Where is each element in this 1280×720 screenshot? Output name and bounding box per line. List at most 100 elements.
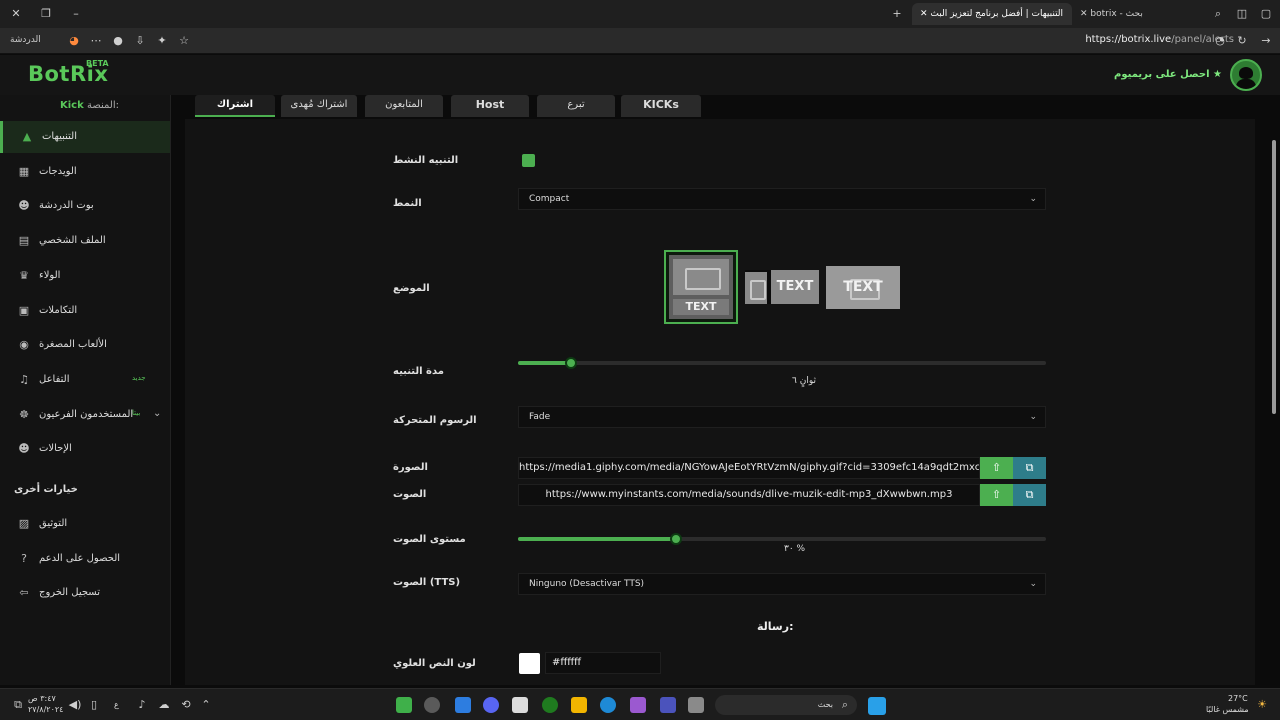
tab-0[interactable]: اشتراك xyxy=(195,95,275,117)
battery-icon[interactable]: ▯ xyxy=(86,698,102,712)
tab-search[interactable]: ✕ botrix - بحث xyxy=(1072,3,1192,25)
image-library-button[interactable]: ⧉ xyxy=(1013,457,1046,479)
copilot-icon[interactable] xyxy=(630,697,646,713)
volume-label: مستوى الصوت xyxy=(393,534,466,545)
tab-close-icon[interactable]: ✕ xyxy=(1080,9,1088,19)
xbox-icon[interactable] xyxy=(542,697,558,713)
windows-start-icon[interactable] xyxy=(868,697,886,715)
speaker-icon[interactable]: ◀) xyxy=(67,698,83,712)
store-icon[interactable] xyxy=(512,697,528,713)
task-view-icon[interactable] xyxy=(688,697,704,713)
close-window-icon[interactable]: ✕ xyxy=(8,7,24,21)
input-language[interactable]: ع xyxy=(114,700,119,709)
more-icon[interactable]: ⋯ xyxy=(88,34,104,48)
gallery-icon: ⧉ xyxy=(1025,461,1034,474)
avatar[interactable] xyxy=(1230,59,1262,91)
site-info-icon[interactable]: ◔ xyxy=(1212,34,1228,48)
style-select[interactable]: Compact ⌄ xyxy=(518,188,1046,210)
clock-time[interactable]: ٣:٤٧ ص xyxy=(28,694,56,703)
show-hidden-icons[interactable]: ⌃ xyxy=(198,698,214,712)
duration-value: ثوانٍ ٦ xyxy=(792,376,816,386)
tab-4[interactable]: تبرع xyxy=(537,95,615,117)
edge-icon[interactable] xyxy=(600,697,616,713)
weather-desc[interactable]: مشمس غالبًا xyxy=(1206,705,1249,714)
restore-window-icon[interactable]: ❐ xyxy=(38,7,54,21)
layout-option-image-left[interactable]: TEXT xyxy=(745,270,819,304)
show-desktop-icon[interactable]: ⧉ xyxy=(10,698,26,712)
screen-record-icon[interactable]: ⟲ xyxy=(178,698,194,712)
sidebar-item-integration[interactable]: ▣ التكاملات xyxy=(0,295,170,327)
tab-5[interactable]: KICKs xyxy=(621,95,701,117)
platform-indicator[interactable]: Kick المنصة: xyxy=(60,100,119,111)
sound-library-button[interactable]: ⧉ xyxy=(1013,484,1046,506)
tab-actions-icon[interactable]: ◫ xyxy=(1234,7,1250,21)
onedrive-icon[interactable]: ☁ xyxy=(156,698,172,712)
sidebar-item-music[interactable]: ♫ التفاعل جديد xyxy=(0,364,170,396)
sidebar-item-users-gear[interactable]: ☸ المستخدمون الفرعيون بيتا ⌄ xyxy=(0,399,170,431)
sidebar-item-widgets[interactable]: ▦ الويدجات xyxy=(0,156,170,188)
sidebar-item-referral[interactable]: ☻ الإحالات xyxy=(0,433,170,465)
discord-icon[interactable] xyxy=(483,697,499,713)
sound-label: الصوت xyxy=(393,489,427,500)
minimize-window-icon[interactable]: – xyxy=(68,7,84,21)
chat-label[interactable]: الدردشة xyxy=(10,35,41,45)
tts-select[interactable]: Ninguno (Desactivar TTS) ⌄ xyxy=(518,573,1046,595)
tab-list-icon[interactable]: ▢ xyxy=(1258,7,1274,21)
sidebar-item-label: الألعاب المصغرة xyxy=(39,339,107,351)
tab-3[interactable]: Host xyxy=(451,95,529,117)
upload-sound-button[interactable]: ⇧ xyxy=(980,484,1013,506)
animation-select[interactable]: Fade ⌄ xyxy=(518,406,1046,428)
tab-close-icon[interactable]: ✕ xyxy=(920,9,928,19)
tab-1[interactable]: اشتراك مُهدى xyxy=(281,95,357,117)
taskbar-search[interactable]: بحث ⌕ xyxy=(715,695,857,715)
sidebar-item-trophy[interactable]: ♛ الولاء xyxy=(0,260,170,292)
tab-alerts[interactable]: ✕ التنبيهات | أفضل برنامج لتعزيز البث xyxy=(912,3,1072,25)
weather-temp[interactable]: 27°C xyxy=(1228,694,1248,703)
weather-sun-icon[interactable]: ☀ xyxy=(1254,698,1270,712)
app-icon-github[interactable] xyxy=(424,697,440,713)
search-tabs-icon[interactable]: ⌕ xyxy=(1210,7,1226,21)
chevron-down-icon[interactable]: ⌄ xyxy=(153,408,161,419)
get-premium-link[interactable]: احصل على بريميوم ★ xyxy=(1114,69,1222,80)
app-icon-blue[interactable] xyxy=(455,697,471,713)
file-explorer-icon[interactable] xyxy=(571,697,587,713)
reload-icon[interactable]: ↻ xyxy=(1234,34,1250,48)
sidebar-item-robot[interactable]: ☻ بوت الدردشة xyxy=(0,190,170,222)
sound-url-input[interactable]: https://www.myinstants.com/media/sounds/… xyxy=(518,484,980,506)
volume-value: ٣٠ % xyxy=(784,544,806,554)
download-icon[interactable]: ⇩ xyxy=(132,34,148,48)
top-text-color-input[interactable]: #ffffff xyxy=(545,652,661,674)
layout-option-text-overlay[interactable]: TEXT xyxy=(826,266,900,309)
teams-icon[interactable] xyxy=(660,697,676,713)
microphone-icon[interactable]: ♪ xyxy=(134,698,150,712)
sidebar-item-warning[interactable]: ▲ التنبيهات xyxy=(0,121,170,153)
sidebar-item-logout[interactable]: ⇦ تسجيل الخروج xyxy=(0,577,170,609)
sidebar-item-gamepad[interactable]: ◉ الألعاب المصغرة xyxy=(0,329,170,361)
duration-slider[interactable] xyxy=(518,357,1046,369)
volume-slider[interactable] xyxy=(518,533,1046,545)
upload-image-button[interactable]: ⇧ xyxy=(980,457,1013,479)
sidebar-item-profile-card[interactable]: ▤ الملف الشخصي xyxy=(0,225,170,257)
sidebar-item-docs[interactable]: ▨ التوثيق xyxy=(0,508,170,540)
page-scrollbar[interactable] xyxy=(1272,140,1276,414)
profile-icon[interactable]: ● xyxy=(110,34,126,48)
tab-2[interactable]: المتابعون xyxy=(365,95,443,117)
sidebar-item-help[interactable]: ? الحصول على الدعم xyxy=(0,543,170,575)
animation-label: الرسوم المتحركة xyxy=(393,415,477,426)
layout-option-image-above-text[interactable]: TEXT xyxy=(664,250,738,324)
forward-icon[interactable]: → xyxy=(1258,34,1274,48)
favorite-star-icon[interactable]: ☆ xyxy=(176,34,192,48)
image-url-input[interactable]: https://media1.giphy.com/media/NGYowAJeE… xyxy=(518,457,980,479)
star-icon: ★ xyxy=(1213,69,1222,80)
extensions-icon[interactable]: ✦ xyxy=(154,34,170,48)
duration-slider-handle[interactable] xyxy=(564,357,577,369)
top-text-color-swatch[interactable] xyxy=(519,653,540,674)
sidebar-item-label: التفاعل xyxy=(39,373,70,385)
clock-date[interactable]: ٢٧/٨/٢٠٢٤ xyxy=(28,705,63,714)
duration-label: مدة التنبيه xyxy=(393,366,444,377)
app-icon-green[interactable] xyxy=(396,697,412,713)
edge-copilot-icon[interactable]: ◕ xyxy=(66,34,82,48)
volume-slider-handle[interactable] xyxy=(670,533,683,545)
active-alert-toggle[interactable] xyxy=(522,154,535,167)
new-tab-icon[interactable]: + xyxy=(889,7,905,21)
